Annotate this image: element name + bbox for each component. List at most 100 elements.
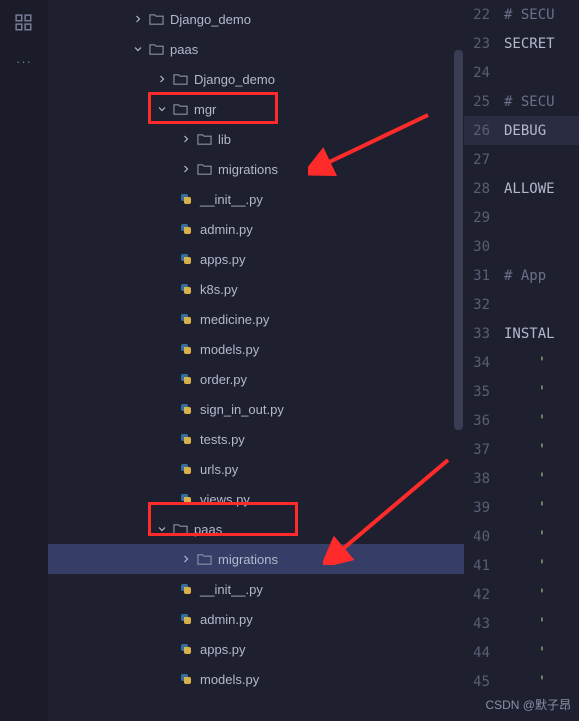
editor-line[interactable]: 41 '	[464, 551, 579, 580]
python-icon	[178, 641, 194, 657]
tree-item-label: __init__.py	[200, 192, 263, 207]
editor-line[interactable]: 35 '	[464, 377, 579, 406]
code-text: '	[504, 471, 546, 487]
folder-mgr[interactable]: mgr	[48, 94, 464, 124]
editor-line[interactable]: 24	[464, 58, 579, 87]
file-views-py[interactable]: views.py	[48, 484, 464, 514]
file-k8s-py[interactable]: k8s.py	[48, 274, 464, 304]
tree-item-label: tests.py	[200, 432, 245, 447]
folder-Django_demo[interactable]: Django_demo	[48, 64, 464, 94]
editor-line[interactable]: 42 '	[464, 580, 579, 609]
editor-line[interactable]: 43 '	[464, 609, 579, 638]
tree-item-label: Django_demo	[194, 72, 275, 87]
editor-line[interactable]: 44 '	[464, 638, 579, 667]
code-text: '	[504, 674, 546, 690]
code-text: '	[504, 384, 546, 400]
line-number: 24	[464, 65, 504, 81]
python-icon	[178, 251, 194, 267]
line-number: 34	[464, 355, 504, 371]
editor-line[interactable]: 26DEBUG	[464, 116, 579, 145]
python-icon	[178, 191, 194, 207]
chevron-right-icon	[178, 551, 194, 567]
editor-line[interactable]: 36 '	[464, 406, 579, 435]
editor-line[interactable]: 29	[464, 203, 579, 232]
tree-item-label: migrations	[218, 162, 278, 177]
line-number: 29	[464, 210, 504, 226]
editor-line[interactable]: 32	[464, 290, 579, 319]
editor-line[interactable]: 33INSTAL	[464, 319, 579, 348]
line-number: 40	[464, 529, 504, 545]
activity-more-icon[interactable]: ···	[0, 42, 48, 80]
python-icon	[178, 491, 194, 507]
file-order-py[interactable]: order.py	[48, 364, 464, 394]
file-apps-py[interactable]: apps.py	[48, 244, 464, 274]
folder-icon	[148, 41, 164, 57]
file-__init__-py[interactable]: __init__.py	[48, 184, 464, 214]
chevron-right-icon	[130, 11, 146, 27]
scrollbar-thumb[interactable]	[454, 50, 463, 430]
line-number: 22	[464, 7, 504, 23]
file-urls-py[interactable]: urls.py	[48, 454, 464, 484]
tree-item-label: Django_demo	[170, 12, 251, 27]
folder-lib[interactable]: lib	[48, 124, 464, 154]
file-tests-py[interactable]: tests.py	[48, 424, 464, 454]
file-__init__-py[interactable]: __init__.py	[48, 574, 464, 604]
chevron-right-icon	[178, 161, 194, 177]
file-medicine-py[interactable]: medicine.py	[48, 304, 464, 334]
folder-migrations[interactable]: migrations	[48, 154, 464, 184]
activity-icon-1[interactable]	[0, 4, 48, 42]
editor-line[interactable]: 25# SECU	[464, 87, 579, 116]
editor-line[interactable]: 31# App	[464, 261, 579, 290]
chevron-right-icon	[178, 131, 194, 147]
editor-line[interactable]: 27	[464, 145, 579, 174]
tree-item-label: __init__.py	[200, 582, 263, 597]
file-apps-py[interactable]: apps.py	[48, 634, 464, 664]
file-models-py[interactable]: models.py	[48, 664, 464, 694]
python-icon	[178, 611, 194, 627]
editor-line[interactable]: 40 '	[464, 522, 579, 551]
editor-line[interactable]: 38 '	[464, 464, 579, 493]
python-icon	[178, 371, 194, 387]
tree-item-label: k8s.py	[200, 282, 238, 297]
python-icon	[178, 671, 194, 687]
editor-line[interactable]: 37 '	[464, 435, 579, 464]
folder-paas[interactable]: paas	[48, 514, 464, 544]
line-number: 30	[464, 239, 504, 255]
tree-item-label: models.py	[200, 342, 259, 357]
tree-item-label: mgr	[194, 102, 216, 117]
code-text: '	[504, 500, 546, 516]
tree-item-label: views.py	[200, 492, 250, 507]
line-number: 36	[464, 413, 504, 429]
line-number: 39	[464, 500, 504, 516]
folder-paas[interactable]: paas	[48, 34, 464, 64]
chevron-right-icon	[154, 71, 170, 87]
editor-line[interactable]: 45 '	[464, 667, 579, 696]
file-admin-py[interactable]: admin.py	[48, 604, 464, 634]
tree-item-label: lib	[218, 132, 231, 147]
tree-item-label: medicine.py	[200, 312, 269, 327]
editor-line[interactable]: 23SECRET	[464, 29, 579, 58]
tree-item-label: models.py	[200, 672, 259, 687]
tree-item-label: apps.py	[200, 642, 246, 657]
code-text: # App	[504, 268, 546, 284]
editor-line[interactable]: 22# SECU	[464, 0, 579, 29]
code-text: '	[504, 587, 546, 603]
folder-Django_demo[interactable]: Django_demo	[48, 4, 464, 34]
editor-line[interactable]: 28ALLOWE	[464, 174, 579, 203]
line-number: 28	[464, 181, 504, 197]
line-number: 45	[464, 674, 504, 690]
sidebar-scrollbar[interactable]	[454, 0, 464, 721]
file-sign_in_out-py[interactable]: sign_in_out.py	[48, 394, 464, 424]
python-icon	[178, 401, 194, 417]
python-icon	[178, 431, 194, 447]
python-icon	[178, 281, 194, 297]
editor-line[interactable]: 39 '	[464, 493, 579, 522]
folder-migrations[interactable]: migrations	[48, 544, 464, 574]
file-models-py[interactable]: models.py	[48, 334, 464, 364]
line-number: 44	[464, 645, 504, 661]
file-admin-py[interactable]: admin.py	[48, 214, 464, 244]
editor-line[interactable]: 34 '	[464, 348, 579, 377]
line-number: 23	[464, 36, 504, 52]
python-icon	[178, 461, 194, 477]
editor-line[interactable]: 30	[464, 232, 579, 261]
